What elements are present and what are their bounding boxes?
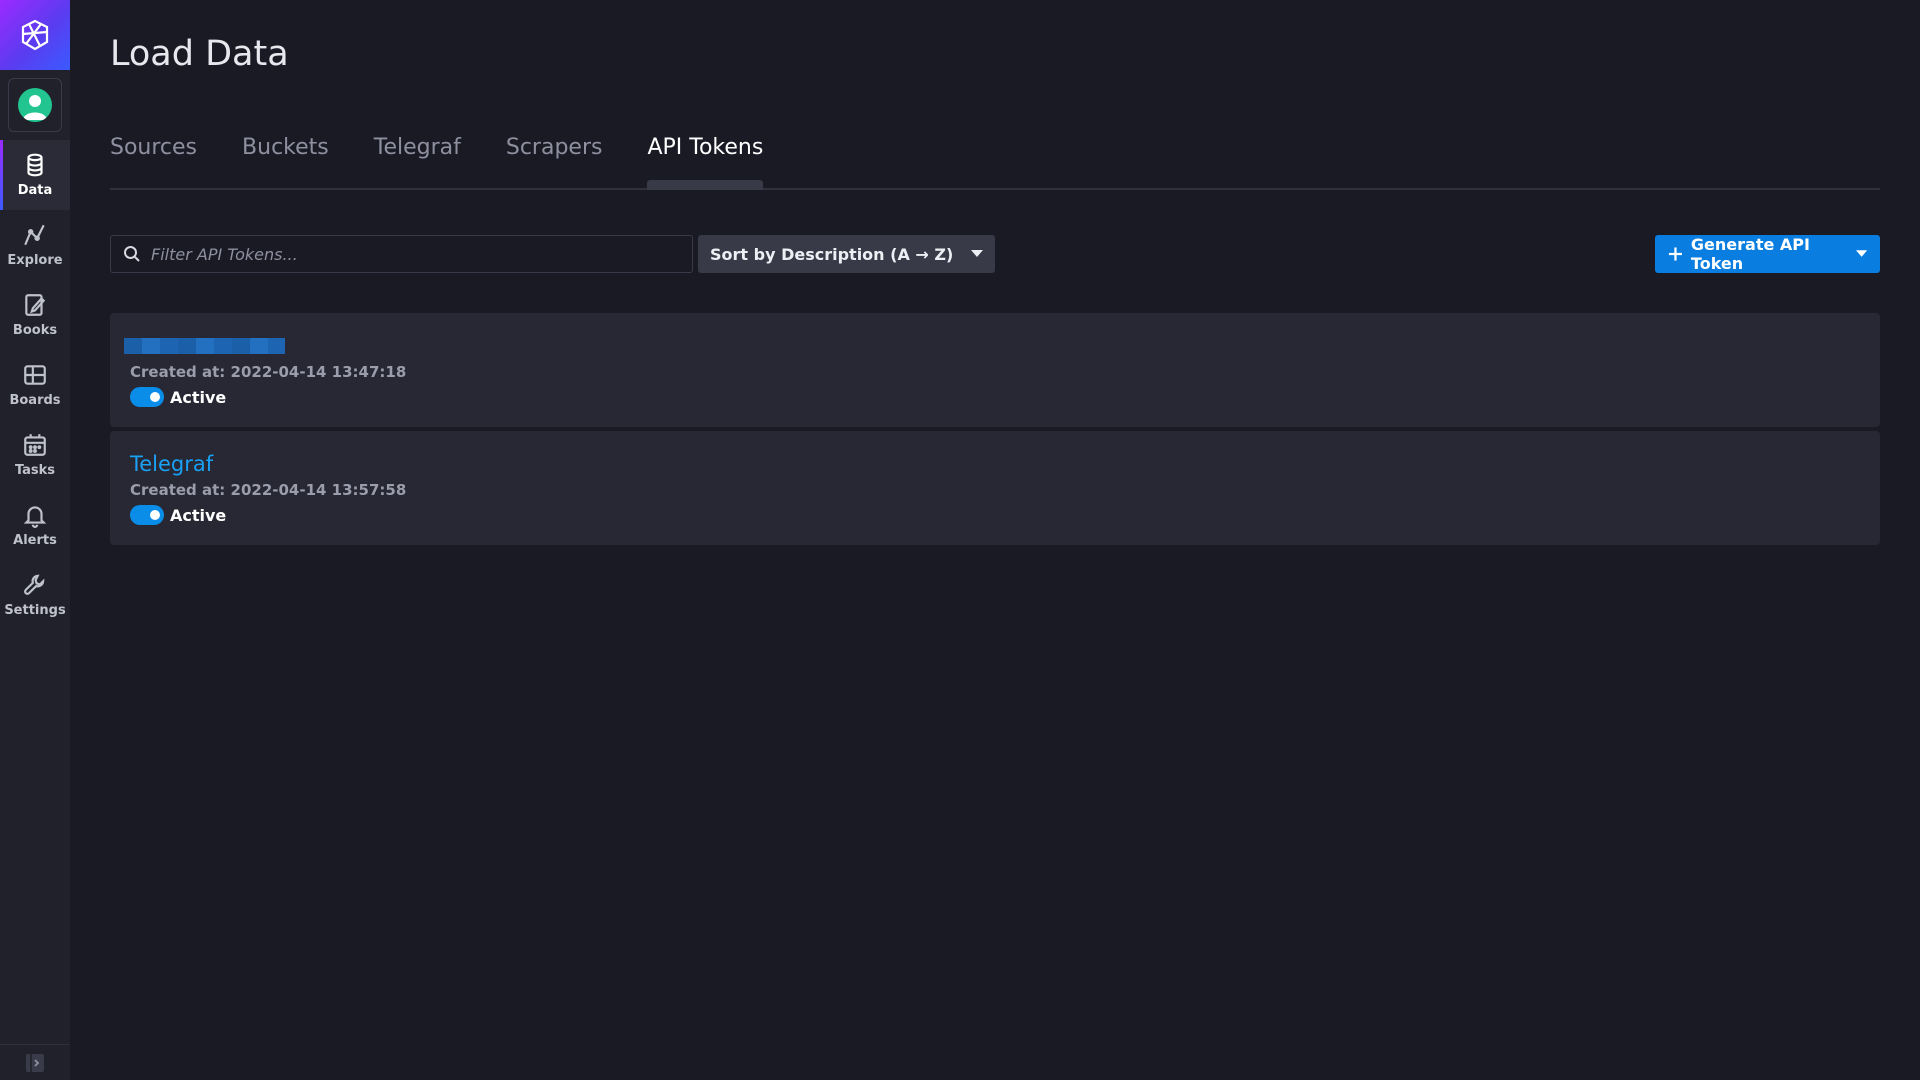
plus-icon xyxy=(1668,247,1682,261)
wrench-icon xyxy=(24,574,45,595)
token-status: Active xyxy=(130,505,1860,525)
search-icon xyxy=(124,246,140,262)
token-list: Created at: 2022-04-14 13:47:18 Active T… xyxy=(110,313,1880,549)
sidebar-item-label: Alerts xyxy=(13,533,57,548)
sidebar-item-settings[interactable]: Settings xyxy=(0,560,70,630)
calendar-icon xyxy=(24,434,46,456)
sidebar-item-label: Boards xyxy=(9,393,61,408)
graph-icon xyxy=(24,224,45,246)
token-status: Active xyxy=(130,387,1860,407)
tab-telegraf[interactable]: Telegraf xyxy=(374,128,461,188)
status-toggle[interactable] xyxy=(130,505,164,525)
generate-api-token-button[interactable]: Generate API Token xyxy=(1655,235,1880,273)
influx-logo-icon[interactable] xyxy=(0,0,70,70)
token-card: Telegraf Created at: 2022-04-14 13:57:58… xyxy=(110,431,1880,545)
sidebar-item-tasks[interactable]: Tasks xyxy=(0,420,70,490)
user-avatar-button[interactable] xyxy=(8,78,62,132)
sidebar-item-boards[interactable]: Boards xyxy=(0,350,70,420)
user-avatar-icon xyxy=(18,88,52,122)
expand-sidebar-button[interactable] xyxy=(0,1044,70,1080)
dashboard-grid-icon xyxy=(24,365,46,385)
sidebar-nav: Data Explore Books Boards Tasks Alerts S… xyxy=(0,140,70,630)
page-title: Load Data xyxy=(110,34,289,74)
tab-bar: Sources Buckets Telegraf Scrapers API To… xyxy=(110,128,1880,190)
token-name-link[interactable]: Telegraf xyxy=(130,451,1860,477)
toolbar: Sort by Description (A → Z) Generate API… xyxy=(110,235,1880,273)
token-card: Created at: 2022-04-14 13:47:18 Active xyxy=(110,313,1880,427)
sidebar-item-alerts[interactable]: Alerts xyxy=(0,490,70,560)
token-created-at: Created at: 2022-04-14 13:57:58 xyxy=(130,481,407,499)
bell-icon xyxy=(23,506,47,528)
status-label: Active xyxy=(170,387,227,407)
generate-button-label: Generate API Token xyxy=(1690,235,1810,273)
redacted-token-name xyxy=(124,338,285,354)
tab-scrapers[interactable]: Scrapers xyxy=(506,128,603,188)
caret-down-icon xyxy=(1855,250,1867,257)
token-created-at: Created at: 2022-04-14 13:47:18 xyxy=(130,363,407,381)
sidebar-item-label: Tasks xyxy=(14,463,56,478)
sidebar-item-label: Books xyxy=(12,323,58,338)
status-toggle[interactable] xyxy=(130,387,164,407)
tab-buckets[interactable]: Buckets xyxy=(242,128,329,188)
sidebar-item-label: Data xyxy=(17,183,53,198)
sidebar: Data Explore Books Boards Tasks Alerts S… xyxy=(0,0,70,1080)
caret-down-icon xyxy=(971,250,983,257)
database-icon xyxy=(27,153,43,177)
sidebar-item-label: Settings xyxy=(4,603,66,618)
sort-label: Sort by Description (A → Z) xyxy=(710,244,954,264)
sidebar-item-books[interactable]: Books xyxy=(0,280,70,350)
tab-api-tokens[interactable]: API Tokens xyxy=(647,128,763,190)
notebook-icon xyxy=(25,294,46,316)
tab-sources[interactable]: Sources xyxy=(110,128,197,188)
sidebar-item-label: Explore xyxy=(7,253,63,268)
expand-sidebar-icon xyxy=(26,1053,44,1072)
sidebar-item-data[interactable]: Data xyxy=(0,140,70,210)
search-box xyxy=(110,235,693,273)
sort-dropdown[interactable]: Sort by Description (A → Z) xyxy=(698,235,995,273)
status-label: Active xyxy=(170,505,227,525)
token-name-link[interactable] xyxy=(124,333,1860,359)
sidebar-item-explore[interactable]: Explore xyxy=(0,210,70,280)
search-input[interactable] xyxy=(151,244,671,264)
